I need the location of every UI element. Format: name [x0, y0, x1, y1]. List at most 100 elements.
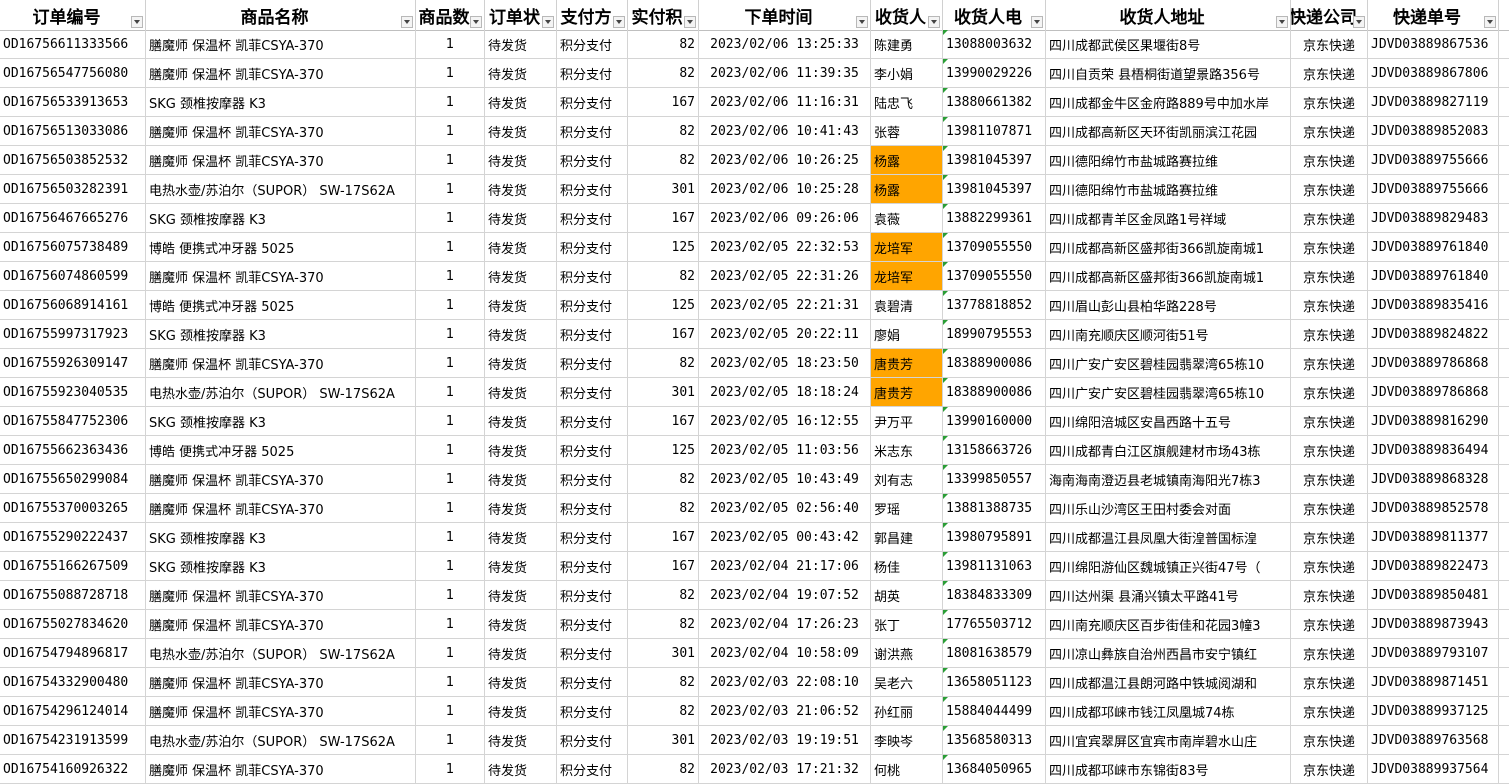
- cell-order-status[interactable]: 待发货: [485, 552, 557, 580]
- cell-recipient-name[interactable]: 杨露: [871, 146, 943, 174]
- cell-payment-method[interactable]: 积分支付: [557, 639, 628, 667]
- cell-recipient-name[interactable]: 刘有志: [871, 465, 943, 493]
- cell-order-time[interactable]: 2023/02/05 22:21:31: [699, 291, 871, 319]
- cell-recipient-name[interactable]: 袁碧清: [871, 291, 943, 319]
- cell-tracking-number[interactable]: JDVD03889786868: [1368, 349, 1499, 377]
- cell-recipient-phone[interactable]: 13399850557: [943, 465, 1046, 493]
- cell-paid-points[interactable]: 82: [628, 30, 699, 58]
- header-order-status[interactable]: 订单状: [485, 0, 557, 30]
- filter-dropdown-icon[interactable]: [1031, 16, 1043, 28]
- cell-recipient-name[interactable]: 李小娟: [871, 59, 943, 87]
- cell-recipient-name[interactable]: 廖娟: [871, 320, 943, 348]
- cell-order-time[interactable]: 2023/02/06 10:41:43: [699, 117, 871, 145]
- cell-tracking-number[interactable]: JDVD03889822473: [1368, 552, 1499, 580]
- cell-paid-points[interactable]: 125: [628, 436, 699, 464]
- cell-recipient-address[interactable]: 海南海南澄迈县老城镇南海阳光7栋3: [1046, 465, 1291, 493]
- cell-order-id[interactable]: OD16755290222437: [0, 523, 146, 551]
- cell-quantity[interactable]: 1: [416, 668, 485, 696]
- cell-recipient-phone[interactable]: 13778818852: [943, 291, 1046, 319]
- cell-tracking-number[interactable]: JDVD03889786868: [1368, 378, 1499, 406]
- cell-product-name[interactable]: 电热水壶/苏泊尔（SUPOR） SW-17S62A: [146, 175, 416, 203]
- header-recipient-name[interactable]: 收货人: [871, 0, 943, 30]
- cell-product-name[interactable]: SKG 颈椎按摩器 K3: [146, 407, 416, 435]
- cell-order-status[interactable]: 待发货: [485, 610, 557, 638]
- cell-recipient-phone[interactable]: 17765503712: [943, 610, 1046, 638]
- cell-payment-method[interactable]: 积分支付: [557, 581, 628, 609]
- cell-recipient-address[interactable]: 四川南充顺庆区顺河街51号: [1046, 320, 1291, 348]
- cell-recipient-name[interactable]: 唐贵芳: [871, 349, 943, 377]
- cell-product-name[interactable]: SKG 颈椎按摩器 K3: [146, 523, 416, 551]
- cell-order-status[interactable]: 待发货: [485, 59, 557, 87]
- cell-payment-method[interactable]: 积分支付: [557, 378, 628, 406]
- cell-payment-method[interactable]: 积分支付: [557, 175, 628, 203]
- cell-quantity[interactable]: 1: [416, 204, 485, 232]
- cell-courier[interactable]: 京东快递: [1291, 320, 1368, 348]
- cell-quantity[interactable]: 1: [416, 494, 485, 522]
- cell-payment-method[interactable]: 积分支付: [557, 726, 628, 754]
- cell-tracking-number[interactable]: JDVD03889829483: [1368, 204, 1499, 232]
- cell-courier[interactable]: 京东快递: [1291, 436, 1368, 464]
- cell-recipient-phone[interactable]: 18388900086: [943, 378, 1046, 406]
- cell-courier[interactable]: 京东快递: [1291, 146, 1368, 174]
- cell-order-id[interactable]: OD16756533913653: [0, 88, 146, 116]
- cell-product-name[interactable]: SKG 颈椎按摩器 K3: [146, 88, 416, 116]
- cell-courier[interactable]: 京东快递: [1291, 697, 1368, 725]
- cell-order-status[interactable]: 待发货: [485, 175, 557, 203]
- cell-recipient-name[interactable]: 杨佳: [871, 552, 943, 580]
- cell-order-id[interactable]: OD16754231913599: [0, 726, 146, 754]
- cell-paid-points[interactable]: 82: [628, 349, 699, 377]
- cell-order-time[interactable]: 2023/02/03 19:19:51: [699, 726, 871, 754]
- cell-recipient-phone[interactable]: 13981045397: [943, 175, 1046, 203]
- cell-order-id[interactable]: OD16756074860599: [0, 262, 146, 290]
- filter-dropdown-icon[interactable]: [131, 16, 143, 28]
- cell-courier[interactable]: 京东快递: [1291, 523, 1368, 551]
- cell-order-status[interactable]: 待发货: [485, 697, 557, 725]
- cell-recipient-name[interactable]: 张丁: [871, 610, 943, 638]
- cell-payment-method[interactable]: 积分支付: [557, 697, 628, 725]
- cell-quantity[interactable]: 1: [416, 320, 485, 348]
- cell-recipient-name[interactable]: 罗瑶: [871, 494, 943, 522]
- cell-recipient-address[interactable]: 四川成都金牛区金府路889号中加水岸: [1046, 88, 1291, 116]
- cell-payment-method[interactable]: 积分支付: [557, 291, 628, 319]
- cell-courier[interactable]: 京东快递: [1291, 407, 1368, 435]
- cell-tracking-number[interactable]: JDVD03889852083: [1368, 117, 1499, 145]
- cell-quantity[interactable]: 1: [416, 233, 485, 261]
- cell-product-name[interactable]: 膳魔师 保温杯 凯菲CSYA-370: [146, 668, 416, 696]
- cell-product-name[interactable]: 膳魔师 保温杯 凯菲CSYA-370: [146, 697, 416, 725]
- cell-order-time[interactable]: 2023/02/05 10:43:49: [699, 465, 871, 493]
- cell-tracking-number[interactable]: JDVD03889827119: [1368, 88, 1499, 116]
- cell-recipient-phone[interactable]: 13684050965: [943, 755, 1046, 783]
- cell-payment-method[interactable]: 积分支付: [557, 146, 628, 174]
- cell-recipient-phone[interactable]: 13158663726: [943, 436, 1046, 464]
- cell-recipient-name[interactable]: 唐贵芳: [871, 378, 943, 406]
- cell-product-name[interactable]: 膳魔师 保温杯 凯菲CSYA-370: [146, 610, 416, 638]
- cell-recipient-name[interactable]: 胡英: [871, 581, 943, 609]
- cell-product-name[interactable]: 博皓 便携式冲牙器 5025: [146, 436, 416, 464]
- cell-order-status[interactable]: 待发货: [485, 117, 557, 145]
- cell-quantity[interactable]: 1: [416, 30, 485, 58]
- cell-courier[interactable]: 京东快递: [1291, 552, 1368, 580]
- header-recipient-phone[interactable]: 收货人电: [943, 0, 1046, 30]
- cell-recipient-address[interactable]: 四川成都温江县朗河路中铁城阅湖和: [1046, 668, 1291, 696]
- cell-product-name[interactable]: 膳魔师 保温杯 凯菲CSYA-370: [146, 146, 416, 174]
- cell-order-time[interactable]: 2023/02/03 22:08:10: [699, 668, 871, 696]
- cell-order-time[interactable]: 2023/02/04 21:17:06: [699, 552, 871, 580]
- filter-dropdown-icon[interactable]: [401, 16, 413, 28]
- cell-courier[interactable]: 京东快递: [1291, 378, 1368, 406]
- cell-quantity[interactable]: 1: [416, 262, 485, 290]
- filter-dropdown-icon[interactable]: [470, 16, 482, 28]
- cell-order-time[interactable]: 2023/02/06 10:26:25: [699, 146, 871, 174]
- header-recipient-address[interactable]: 收货人地址: [1046, 0, 1291, 30]
- cell-order-id[interactable]: OD16754332900480: [0, 668, 146, 696]
- cell-paid-points[interactable]: 82: [628, 494, 699, 522]
- cell-recipient-phone[interactable]: 13981131063: [943, 552, 1046, 580]
- cell-paid-points[interactable]: 82: [628, 465, 699, 493]
- cell-order-time[interactable]: 2023/02/06 11:39:35: [699, 59, 871, 87]
- cell-order-id[interactable]: OD16756503852532: [0, 146, 146, 174]
- cell-recipient-address[interactable]: 四川成都青羊区金凤路1号祥域: [1046, 204, 1291, 232]
- cell-courier[interactable]: 京东快递: [1291, 755, 1368, 783]
- cell-tracking-number[interactable]: JDVD03889867806: [1368, 59, 1499, 87]
- cell-product-name[interactable]: SKG 颈椎按摩器 K3: [146, 320, 416, 348]
- cell-recipient-phone[interactable]: 13088003632: [943, 30, 1046, 58]
- filter-dropdown-icon[interactable]: [856, 16, 868, 28]
